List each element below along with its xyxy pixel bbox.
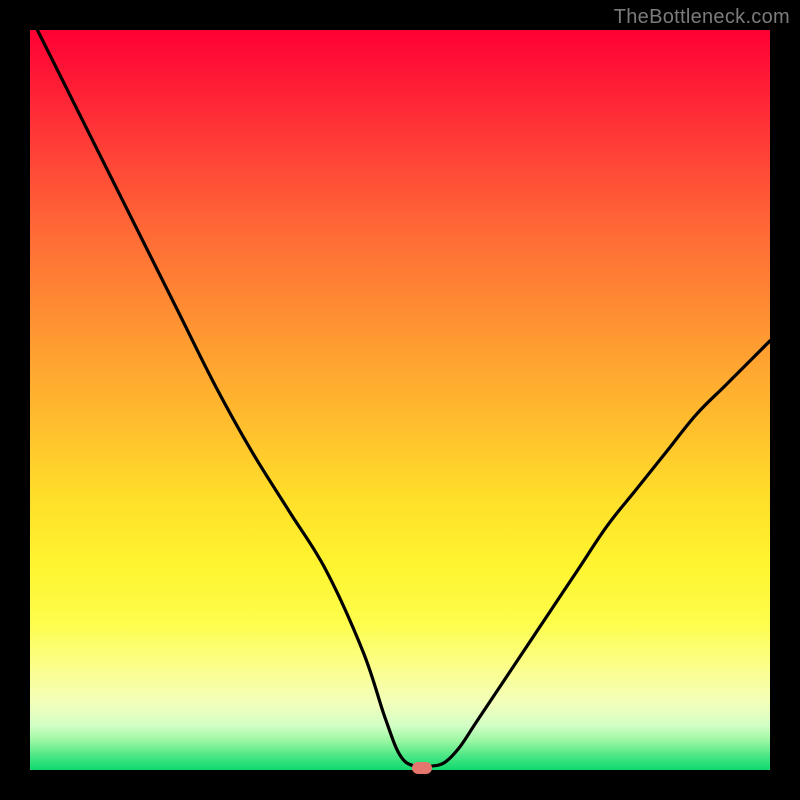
bottleneck-curve (30, 30, 770, 770)
chart-frame: TheBottleneck.com (0, 0, 800, 800)
watermark-text: TheBottleneck.com (614, 6, 790, 29)
optimal-point-marker (412, 762, 432, 774)
plot-area (30, 30, 770, 770)
